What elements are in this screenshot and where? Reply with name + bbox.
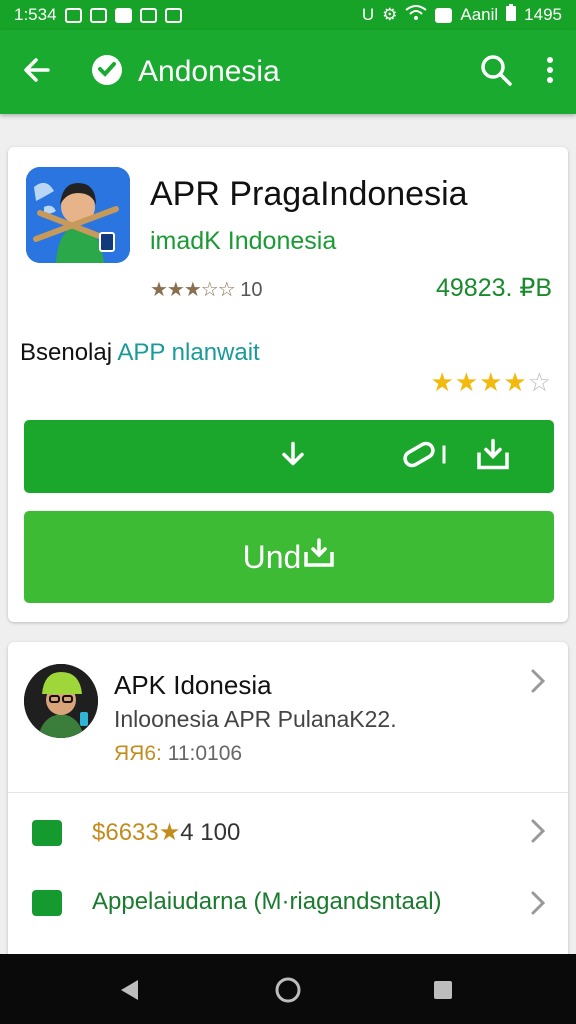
install-button-label: Und [242,538,302,575]
developer-avatar[interactable] [24,664,98,738]
rating-summary: ★★★☆☆ 10 [150,277,262,302]
status-time: 1:534 [14,5,57,24]
price-label: 49823. ₽B [436,274,552,302]
large-rating-stars: ★★★★☆ [430,367,552,398]
status-left: 1:534 [14,5,182,25]
nav-home-icon[interactable] [275,977,301,1008]
message-notification-icon [164,7,182,23]
stars-filled: ★★★★ [430,367,528,397]
rating-stars: ★★★☆☆ [150,279,236,301]
list-item-size[interactable]: $6633★4 100 [8,808,568,858]
install-tray-icon[interactable] [476,438,510,475]
wifi-icon [405,4,427,26]
developer-meta-value: 11:0106 [167,742,243,765]
chat-icon [32,890,62,916]
app-card: APR PragaIndonesia imadK Indonesia ★★★☆☆… [8,147,568,622]
gallery-notification-icon [89,7,107,23]
description-accent: APP nlanwait [117,339,260,366]
status-bar: 1:534 U ⚙ Aanil 1495 [0,0,576,30]
chevron-right-icon[interactable] [530,818,546,852]
back-arrow-icon[interactable] [22,55,52,90]
more-vert-icon[interactable] [546,56,554,89]
status-right: U ⚙ Aanil 1495 [362,4,562,26]
download-action-bar[interactable] [24,420,554,493]
image-notification-icon [139,7,157,23]
nav-back-icon[interactable] [118,978,140,1007]
chevron-right-icon[interactable] [530,668,546,702]
vibrate-icon: U [361,5,375,24]
app-notification-icon [114,7,132,23]
list-item-apps[interactable]: Appelaiudarna (M·riagandsntaal) [8,880,568,930]
navigation-bar [0,954,576,1024]
link-icon[interactable] [402,439,450,474]
developer-card: APK Idonesia Inloonesia APR PulanaK22. Я… [8,642,568,962]
search-icon[interactable] [480,54,512,91]
install-button[interactable]: Und [24,511,554,603]
store-logo-icon [90,53,124,92]
developer-meta-prefix: ЯЯ6: [114,742,162,765]
divider [8,792,568,793]
nav-recents-icon[interactable] [433,980,453,1005]
developer-subtitle: Inloonesia APR PulanaK22. [114,706,397,732]
star-empty: ☆ [527,367,552,397]
battery-icon [506,4,517,26]
status-battery: 1495 [524,5,562,24]
briefcase-icon [32,820,62,846]
developer-name[interactable]: APK Idonesia [114,670,272,701]
app-bar-title: Andonesia [138,55,280,88]
download-arrow-icon[interactable] [280,440,306,473]
app-bar: Andonesia [0,30,576,114]
app-icon[interactable] [26,167,130,263]
app-bar-actions [480,54,554,91]
app-description: Bsenolaj APP nlanwait [20,339,260,367]
photo-notification-icon [64,7,82,23]
list-item-size-value: 4 100 [180,819,241,846]
signal-icon [435,7,453,23]
install-button-icon [303,538,335,576]
status-carrier: Aanil [460,5,499,24]
app-title: APR PragaIndonesia [150,175,468,213]
chevron-right-icon[interactable] [530,890,546,924]
description-prefix: Bsenolaj [20,339,113,366]
list-item-size-text: $6633★4 100 [92,818,240,847]
app-developer-link[interactable]: imadK Indonesia [150,227,336,256]
settings-status-icon: ⚙ [382,5,398,24]
developer-meta: ЯЯ6: 11:0106 [114,742,242,766]
rating-count: 10 [240,279,263,301]
list-item-apps-text: Appelaiudarna (M·riagandsntaal) [92,888,442,915]
list-item-size-gold: $6633★ [92,819,181,846]
